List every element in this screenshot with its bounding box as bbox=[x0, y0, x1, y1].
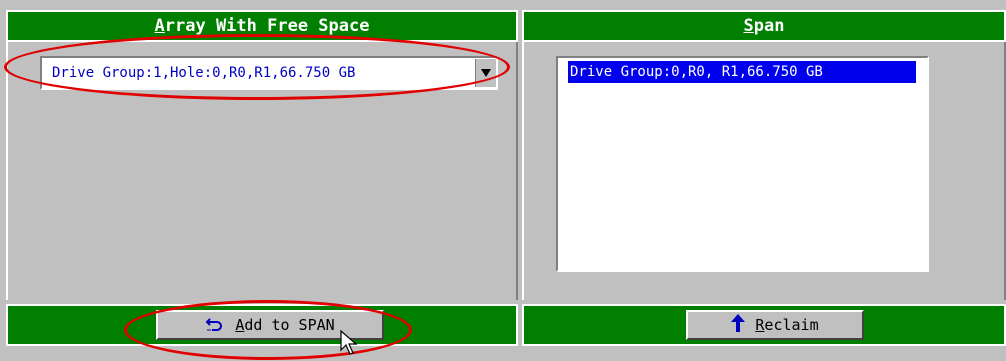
free-space-header: Array With Free Space bbox=[6, 10, 518, 42]
span-header: Span bbox=[522, 10, 1006, 42]
free-space-header-text: rray With Free Space bbox=[164, 16, 370, 36]
list-item[interactable]: Drive Group:0,R0, R1,66.750 GB bbox=[568, 61, 916, 83]
reclaim-button[interactable]: Reclaim bbox=[686, 310, 864, 340]
array-select[interactable]: Drive Group:1,Hole:0,R0,R1,66.750 GB bbox=[40, 56, 498, 90]
span-config-window: Array With Free Space Drive Group:1,Hole… bbox=[0, 0, 1006, 361]
span-header-accel: S bbox=[743, 16, 754, 36]
reclaim-label: Reclaim bbox=[755, 316, 819, 334]
add-to-span-label: Add to SPAN bbox=[235, 316, 335, 334]
chevron-down-icon[interactable] bbox=[475, 59, 496, 87]
mouse-pointer-icon bbox=[340, 329, 358, 360]
free-space-header-accel: A bbox=[154, 16, 165, 36]
array-select-value: Drive Group:1,Hole:0,R0,R1,66.750 GB bbox=[52, 65, 356, 81]
up-arrow-icon bbox=[731, 314, 746, 336]
undo-arrow-icon bbox=[205, 315, 225, 335]
span-header-text: pan bbox=[753, 16, 785, 36]
span-list[interactable]: Drive Group:0,R0, R1,66.750 GB bbox=[556, 56, 929, 272]
